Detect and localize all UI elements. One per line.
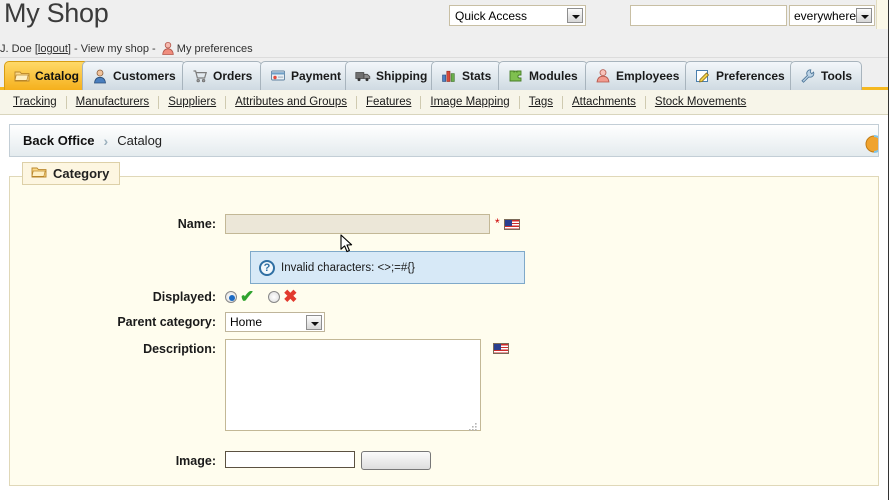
tab-label: Employees: [616, 69, 680, 83]
breadcrumb: Back Office › Catalog: [9, 124, 879, 157]
parent-category-row: Parent category: Home: [10, 312, 325, 332]
tab-tools[interactable]: Tools: [790, 61, 863, 90]
name-label: Name:: [177, 217, 216, 231]
chevron-down-icon[interactable]: [567, 8, 583, 23]
subnav-item-tracking[interactable]: Tracking: [4, 95, 67, 109]
user-info-line: J. Doe [logout] - View my shop - My pref…: [0, 41, 253, 55]
us-flag-icon[interactable]: [503, 219, 520, 230]
displayed-field-row: Displayed: ✔ ✖: [10, 287, 298, 306]
tab-label: Preferences: [716, 69, 785, 83]
shop-title: My Shop: [4, 0, 109, 28]
displayed-yes-radio[interactable]: [225, 291, 237, 303]
subnav-item-features[interactable]: Features: [357, 95, 422, 109]
us-flag-icon[interactable]: [493, 343, 509, 354]
tab-label: Tools: [821, 69, 853, 83]
folder-icon: [31, 164, 47, 183]
displayed-label: Displayed:: [152, 290, 216, 304]
chart-icon: [441, 68, 457, 84]
tab-employees[interactable]: Employees: [585, 61, 690, 90]
tab-label: Shipping: [376, 69, 428, 83]
rss-feed-icon[interactable]: [864, 134, 878, 154]
tab-label: Customers: [113, 69, 176, 83]
category-legend: Category: [22, 162, 121, 185]
description-wrapper: [225, 339, 481, 434]
search-input[interactable]: [630, 5, 787, 26]
description-label: Description:: [143, 342, 216, 356]
description-field-row: Description:: [10, 339, 509, 434]
tab-payment[interactable]: Payment: [260, 61, 352, 90]
tab-label: Stats: [462, 69, 492, 83]
main-tab-bar: Catalog Customers Orders Payment Shippin…: [0, 58, 888, 90]
chevron-right-icon: ›: [103, 132, 109, 149]
category-legend-label: Category: [53, 166, 110, 181]
chevron-down-icon[interactable]: [856, 8, 872, 23]
puzzle-icon: [508, 68, 524, 84]
tab-label: Orders: [213, 69, 253, 83]
image-browse-button[interactable]: [361, 451, 431, 470]
search-scope-select[interactable]: everywhere: [789, 5, 875, 26]
tab-customers[interactable]: Customers: [82, 61, 186, 90]
red-cross-icon: ✖: [283, 287, 298, 306]
image-field-row: Image:: [10, 451, 431, 470]
name-field-row: Name: *: [10, 214, 520, 234]
name-validation-tooltip: ? Invalid characters: <>;=#{}: [250, 251, 525, 284]
my-preferences-link[interactable]: My preferences: [177, 43, 253, 55]
customer-icon: [92, 68, 108, 84]
truck-icon: [355, 68, 371, 84]
displayed-no-radio[interactable]: [268, 291, 281, 303]
parent-category-label: Parent category:: [117, 315, 216, 329]
tab-label: Catalog: [35, 69, 80, 83]
wrench-icon: [800, 68, 816, 84]
category-fieldset: Category Name: * ? Invalid characters: <…: [9, 162, 879, 486]
tab-label: Payment: [291, 69, 342, 83]
tab-orders[interactable]: Orders: [182, 61, 263, 90]
breadcrumb-root[interactable]: Back Office: [23, 133, 95, 148]
parent-category-select[interactable]: Home: [225, 312, 325, 332]
subnav-item-attributes-and-groups[interactable]: Attributes and Groups: [226, 95, 358, 109]
breadcrumb-current: Catalog: [117, 133, 163, 148]
question-icon: ?: [259, 259, 275, 276]
tab-stats[interactable]: Stats: [431, 61, 502, 90]
content-area: Back Office › Catalog Category Name: * ?…: [0, 115, 888, 499]
subnav-item-attachments[interactable]: Attachments: [563, 95, 646, 109]
green-check-icon: ✔: [240, 287, 255, 306]
tab-modules[interactable]: Modules: [498, 61, 588, 90]
name-input[interactable]: [225, 214, 490, 234]
view-shop-text: ] - View my shop -: [67, 43, 159, 55]
folder-icon: [14, 68, 30, 84]
chevron-down-icon[interactable]: [306, 315, 322, 330]
tooltip-text: Invalid characters: <>;=#{}: [281, 261, 415, 274]
user-icon: [161, 41, 175, 55]
header-right-strip: [876, 0, 888, 29]
search-scope-label: everywhere: [794, 9, 857, 23]
subnav-item-stock-movements[interactable]: Stock Movements: [646, 96, 755, 109]
parent-category-value: Home: [230, 315, 263, 329]
prefs-icon: [695, 68, 711, 84]
sub-navigation-bar: Tracking Manufacturers Suppliers Attribu…: [0, 90, 888, 115]
employee-icon: [595, 68, 611, 84]
subnav-item-suppliers[interactable]: Suppliers: [159, 95, 227, 109]
subnav-item-image-mapping[interactable]: Image Mapping: [421, 95, 520, 109]
tab-catalog[interactable]: Catalog: [4, 61, 90, 90]
cart-icon: [192, 68, 208, 84]
subnav-item-manufacturers[interactable]: Manufacturers: [67, 95, 160, 109]
quick-access-select[interactable]: Quick Access: [449, 5, 586, 26]
subnav-item-tags[interactable]: Tags: [520, 95, 563, 109]
quick-access-label: Quick Access: [455, 9, 528, 23]
payment-icon: [270, 68, 286, 84]
logout-link[interactable]: logout: [38, 43, 68, 55]
image-file-input[interactable]: [225, 451, 355, 468]
tab-preferences[interactable]: Preferences: [685, 61, 795, 90]
tab-shipping[interactable]: Shipping: [345, 61, 438, 90]
image-label: Image:: [175, 454, 216, 468]
page-header: My Shop J. Doe [logout] - View my shop -…: [0, 0, 888, 58]
user-name-prefix: J. Doe [: [0, 43, 38, 55]
browser-page: My Shop J. Doe [logout] - View my shop -…: [0, 0, 889, 500]
required-asterisk: *: [495, 216, 500, 230]
tab-label: Modules: [529, 69, 578, 83]
description-textarea[interactable]: [225, 339, 481, 431]
